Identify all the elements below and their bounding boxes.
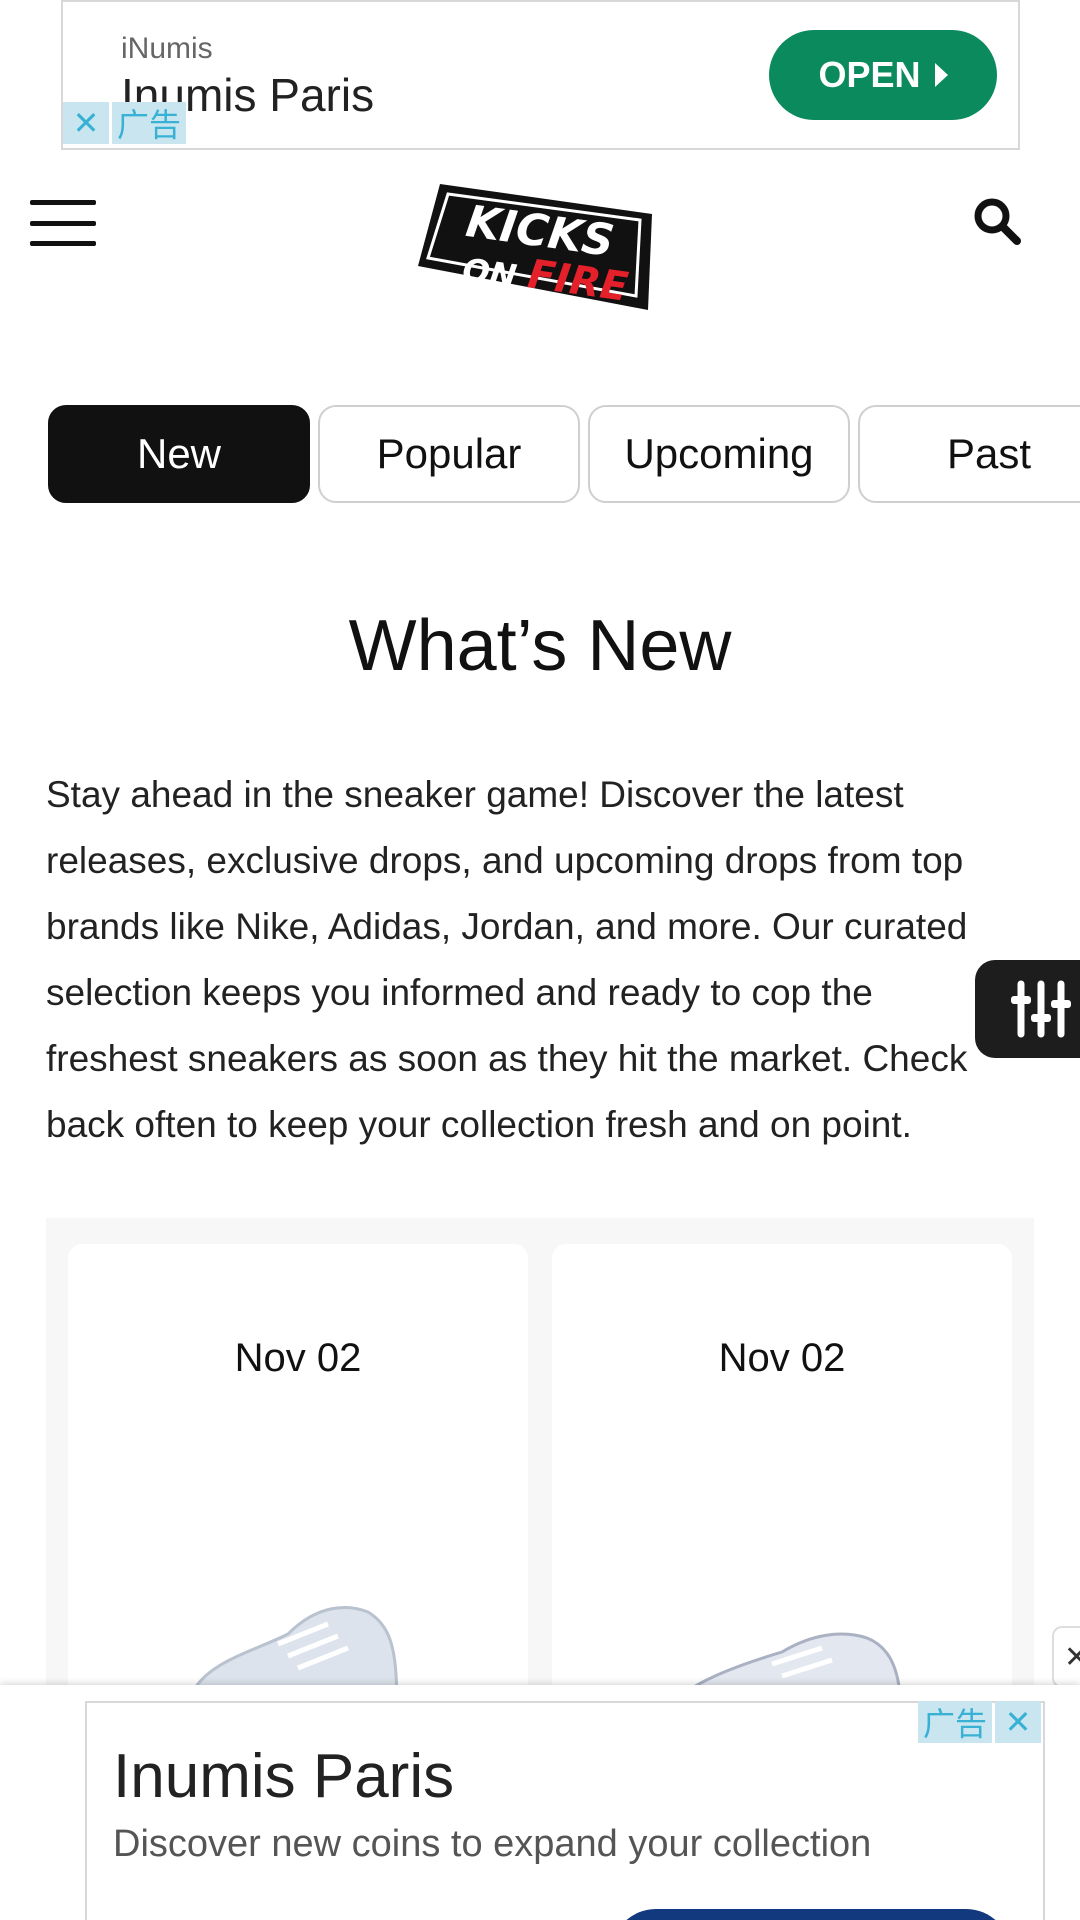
ad-label: 广告 — [112, 102, 186, 144]
tab-past[interactable]: Past — [858, 405, 1080, 503]
ad-open-button[interactable]: OPEN — [769, 30, 997, 120]
product-card[interactable]: Nov 02 — [552, 1244, 1012, 1714]
close-ad-tab[interactable]: ✕ — [1052, 1626, 1080, 1688]
close-icon: ✕ — [1064, 1640, 1080, 1674]
logo-on-text: ON — [460, 251, 519, 296]
bottom-ad-cta-button[interactable] — [611, 1909, 1011, 1920]
release-date: Nov 02 — [234, 1336, 362, 1380]
intro-paragraph: Stay ahead in the sneaker game! Discover… — [46, 774, 968, 1145]
bottom-ad-headline[interactable]: Inumis Paris — [113, 1741, 454, 1812]
bottom-ad-container: Inumis Paris Discover new coins to expan… — [0, 1685, 1080, 1920]
ad-close-icon[interactable]: ✕ — [995, 1701, 1041, 1743]
ad-label: 广告 — [918, 1701, 992, 1743]
sliders-icon — [1011, 980, 1071, 1038]
release-date: Nov 02 — [718, 1336, 846, 1380]
bottom-ad-description: Discover new coins to expand your collec… — [113, 1823, 872, 1865]
play-arrow-icon — [934, 63, 948, 87]
tab-upcoming[interactable]: Upcoming — [588, 405, 850, 503]
filter-button[interactable] — [975, 960, 1080, 1058]
ad-open-label: OPEN — [818, 54, 921, 95]
product-grid: Nov 02 Nov 02 — [46, 1218, 1034, 1714]
top-ad-choices: ✕ 广告 — [63, 102, 186, 144]
ad-advertiser: iNumis — [121, 32, 213, 65]
bottom-ad-banner[interactable]: Inumis Paris Discover new coins to expan… — [85, 1701, 1045, 1920]
tab-new[interactable]: New — [48, 405, 310, 503]
tab-popular[interactable]: Popular — [318, 405, 580, 503]
ad-close-icon[interactable]: ✕ — [63, 102, 109, 144]
search-icon[interactable] — [972, 196, 1022, 246]
hamburger-menu-icon[interactable] — [30, 200, 96, 246]
page-title: What’s New — [348, 606, 732, 686]
kicksonfire-logo[interactable]: KICKS ON FIRE — [418, 184, 652, 310]
top-ad-banner[interactable]: iNumis Inumis Paris OPEN — [61, 0, 1020, 150]
product-card[interactable]: Nov 02 — [68, 1244, 528, 1714]
release-tabs: New Popular Upcoming Past — [48, 405, 1080, 503]
bottom-ad-choices: 广告 ✕ — [918, 1701, 1041, 1743]
